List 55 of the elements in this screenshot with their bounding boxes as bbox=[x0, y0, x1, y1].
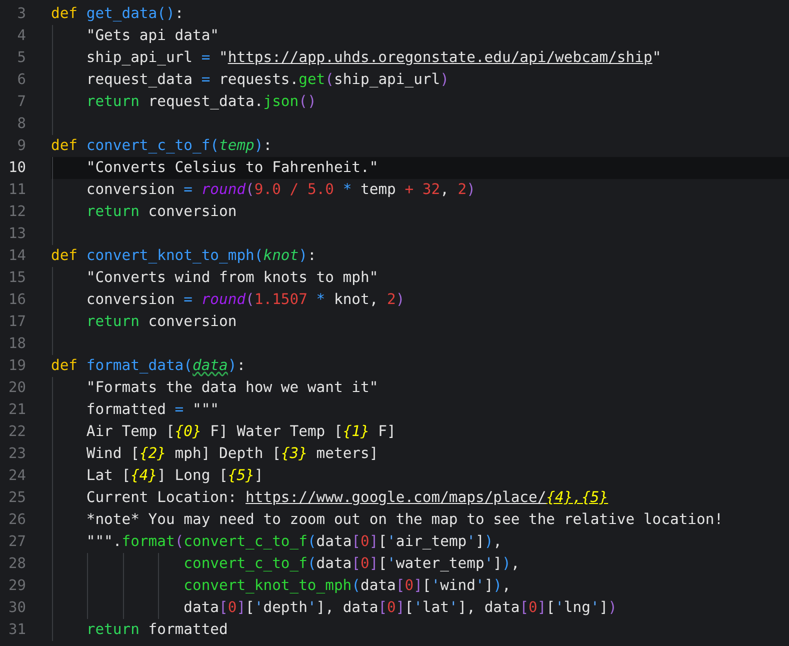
line-number: 28 bbox=[8, 555, 26, 574]
code-line: Current Location: https://www.google.com/maps/place/{4},{5} bbox=[85, 488, 608, 508]
line-number: 7 bbox=[16, 93, 26, 112]
line-number: 3 bbox=[16, 5, 26, 24]
line-number: 17 bbox=[8, 313, 26, 332]
line-number: 5 bbox=[16, 49, 26, 68]
line-number: 24 bbox=[8, 467, 26, 486]
code-line: return conversion bbox=[85, 312, 237, 332]
line-number: 23 bbox=[8, 445, 26, 464]
code-line: def get_data(): bbox=[51, 4, 184, 24]
line-number: 10 bbox=[8, 159, 26, 178]
code-line: Wind [{2} mph] Depth [{3} meters] bbox=[85, 444, 378, 464]
line-number: 13 bbox=[8, 225, 26, 244]
line-number: 29 bbox=[8, 577, 26, 596]
code-line: conversion = round(1.1507 * knot, 2) bbox=[85, 290, 405, 310]
code-line: Air Temp [{0} F] Water Temp [{1} F] bbox=[85, 422, 396, 442]
line-number: 11 bbox=[8, 181, 26, 200]
line-number: 25 bbox=[8, 489, 26, 508]
line-number: 20 bbox=[8, 379, 26, 398]
code-line: "Gets api data" bbox=[85, 26, 220, 46]
line-number: 4 bbox=[16, 27, 26, 46]
code-line: Lat [{4}] Long [{5}] bbox=[85, 466, 264, 486]
code-line: def format_data(data): bbox=[51, 356, 246, 376]
line-number: 6 bbox=[16, 71, 26, 90]
code-line: conversion = round(9.0 / 5.0 * temp + 32, 2) bbox=[85, 180, 476, 200]
code-line: "Converts Celsius to Fahrenheit." bbox=[85, 158, 378, 178]
code-line: request_data = requests.get(ship_api_url) bbox=[85, 70, 449, 90]
line-number: 12 bbox=[8, 203, 26, 222]
code-line: "Converts wind from knots to mph" bbox=[85, 268, 378, 288]
line-number: 26 bbox=[8, 511, 26, 530]
code-line: *note* You may need to zoom out on the map to see the relative location! bbox=[85, 510, 724, 530]
line-number: 21 bbox=[8, 401, 26, 420]
code-line: "Formats the data how we want it" bbox=[85, 378, 378, 398]
line-number: 18 bbox=[8, 335, 26, 354]
code-line: """.format(convert_c_to_f(data[0]['air_temp']), bbox=[85, 532, 502, 552]
line-number: 27 bbox=[8, 533, 26, 552]
code-line: data[0]['depth'], data[0]['lat'], data[0]['lng']) bbox=[182, 598, 617, 618]
line-number: 31 bbox=[8, 621, 26, 640]
code-line: def convert_knot_to_mph(knot): bbox=[51, 246, 316, 266]
code-line: return conversion bbox=[85, 202, 237, 222]
code-line: ship_api_url = "https://app.uhds.oregonstate.edu/api/webcam/ship" bbox=[85, 48, 662, 68]
line-number: 16 bbox=[8, 291, 26, 310]
line-number: 8 bbox=[16, 115, 26, 134]
code-line: def convert_c_to_f(temp): bbox=[51, 136, 272, 156]
code-line: convert_knot_to_mph(data[0]['wind']), bbox=[182, 576, 511, 596]
line-number: 19 bbox=[8, 357, 26, 376]
line-number: 14 bbox=[8, 247, 26, 266]
code-line: return formatted bbox=[85, 620, 228, 640]
line-number: 30 bbox=[8, 599, 26, 618]
line-number: 15 bbox=[8, 269, 26, 288]
line-number: 9 bbox=[16, 137, 26, 156]
code-line: formatted = """ bbox=[85, 400, 220, 420]
code-line: return request_data.json() bbox=[85, 92, 316, 112]
code-line: convert_c_to_f(data[0]['water_temp']), bbox=[182, 554, 520, 574]
line-number: 22 bbox=[8, 423, 26, 442]
